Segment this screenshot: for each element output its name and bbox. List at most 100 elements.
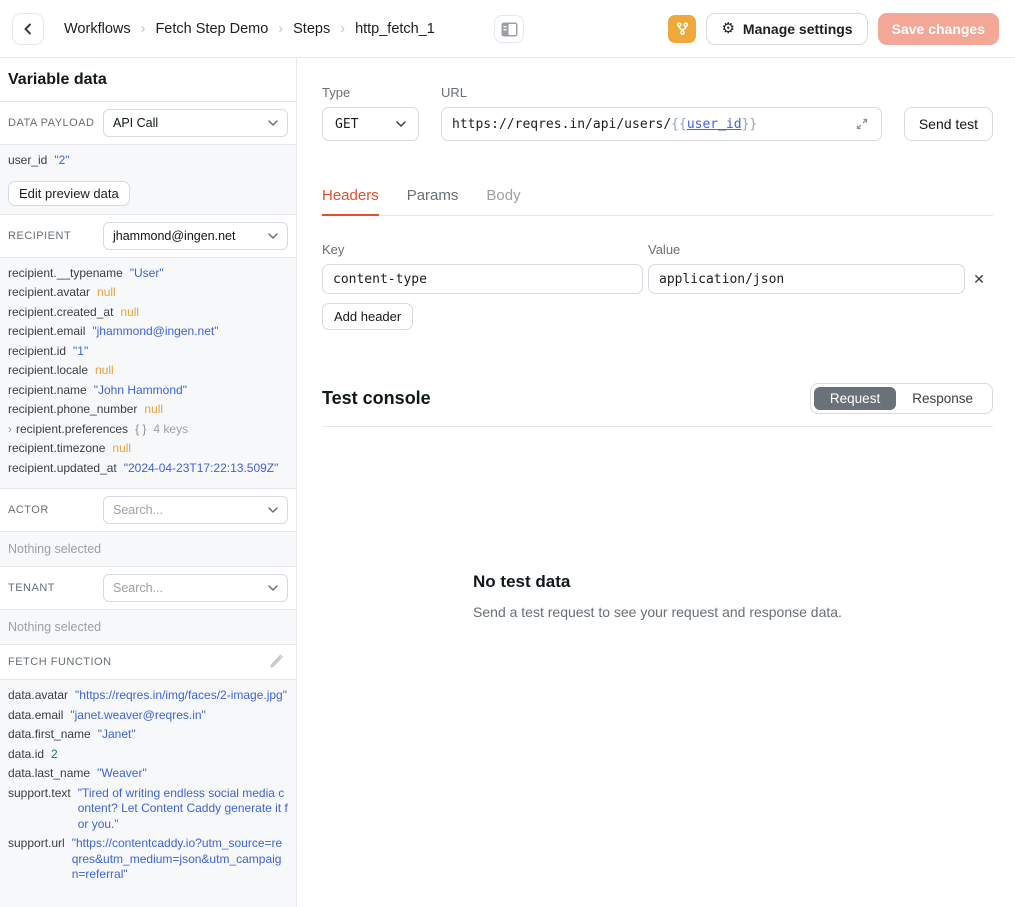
fetch-function-preview: data.avatar "https://reqres.in/img/faces…	[0, 680, 296, 907]
data-payload-select[interactable]: API Call	[103, 109, 288, 137]
variable-key: recipient.updated_at	[8, 461, 117, 477]
breadcrumb-separator: ›	[141, 21, 146, 37]
data-payload-label: DATA PAYLOAD	[8, 117, 95, 129]
manage-settings-label: Manage settings	[743, 21, 853, 37]
tab[interactable]: Params	[407, 187, 459, 215]
edit-preview-data-button[interactable]: Edit preview data	[8, 181, 130, 206]
toggle-segment[interactable]: Request	[814, 387, 896, 410]
variable-row: user_id "2"	[8, 153, 288, 169]
edit-fetch-function-button[interactable]	[264, 652, 288, 672]
http-method-value: GET	[335, 117, 358, 132]
request-tabs: Headers Params Body	[322, 187, 993, 216]
url-value: https://reqres.in/api/users/{{user_id}}	[452, 117, 853, 132]
chevron-left-icon	[20, 21, 36, 37]
tab[interactable]: Headers	[322, 187, 379, 216]
breadcrumb-item[interactable]: Fetch Step Demo	[155, 21, 268, 37]
http-method-select[interactable]: GET	[322, 107, 419, 141]
value-label: Value	[648, 242, 680, 257]
tab[interactable]: Body	[486, 187, 520, 215]
tenant-section: TENANT Search...	[0, 567, 296, 610]
sidebar-toggle-button[interactable]	[494, 15, 524, 43]
variable-key: data.last_name	[8, 766, 90, 782]
variable-value: null	[97, 285, 116, 301]
chevron-down-icon	[268, 585, 278, 591]
send-test-button[interactable]: Send test	[904, 107, 993, 141]
variable-value: "jhammond@ingen.net"	[92, 324, 218, 340]
variable-key: recipient.preferences	[16, 422, 128, 438]
topbar-actions: ⚙ Manage settings Save changes	[668, 13, 999, 45]
breadcrumb-item[interactable]: Steps	[293, 21, 330, 37]
recipient-select[interactable]: jhammond@ingen.net	[103, 222, 288, 250]
fetch-function-section: FETCH FUNCTION	[0, 645, 296, 680]
recipient-section: RECIPIENT jhammond@ingen.net	[0, 215, 296, 258]
header-key-input[interactable]	[322, 264, 643, 294]
breadcrumb-item[interactable]: http_fetch_1	[355, 21, 435, 37]
variable-row: data.first_name "Janet"	[8, 727, 288, 743]
test-console-title: Test console	[322, 388, 431, 409]
header-value-input[interactable]	[648, 264, 965, 294]
variable-row: data.id 2	[8, 747, 288, 763]
variable-key: data.avatar	[8, 688, 68, 704]
variable-row: recipient.locale null	[8, 363, 288, 379]
page-body: Variable data DATA PAYLOAD API Call user…	[0, 58, 1015, 907]
variable-value: "Tired of writing endless social media c…	[78, 786, 288, 833]
back-button[interactable]	[12, 13, 44, 45]
commit-status-badge[interactable]	[668, 15, 696, 43]
variable-row: recipient.id "1"	[8, 344, 288, 360]
empty-state-subtitle: Send a test request to see your request …	[473, 604, 842, 620]
test-console-empty-state: No test data Send a test request to see …	[322, 572, 993, 620]
url-label: URL	[441, 85, 882, 100]
sidebar-title: Variable data	[0, 58, 296, 102]
variable-row: data.avatar "https://reqres.in/img/faces…	[8, 688, 288, 704]
expand-chevron-icon[interactable]: ›	[8, 422, 12, 438]
variable-value: null	[112, 441, 131, 457]
breadcrumb-item[interactable]: Workflows	[64, 21, 131, 37]
chevron-down-icon	[268, 507, 278, 513]
variable-data-sidebar: Variable data DATA PAYLOAD API Call user…	[0, 58, 297, 907]
variable-value: 2	[51, 747, 58, 763]
expand-url-editor-button[interactable]	[853, 115, 871, 133]
actor-select[interactable]: Search...	[103, 496, 288, 524]
actor-select-placeholder: Search...	[113, 503, 163, 517]
variable-key: recipient.__typename	[8, 266, 123, 282]
save-changes-button[interactable]: Save changes	[878, 13, 999, 45]
manage-settings-button[interactable]: ⚙ Manage settings	[706, 13, 867, 45]
remove-header-button[interactable]: ✕	[965, 271, 993, 288]
test-console-header: Test console Request Response	[322, 383, 993, 427]
add-header-button[interactable]: Add header	[322, 303, 413, 330]
variable-key: recipient.created_at	[8, 305, 113, 321]
variable-key: user_id	[8, 153, 47, 169]
variable-row: recipient.updated_at "2024-04-23T17:22:1…	[8, 461, 288, 477]
variable-key: recipient.phone_number	[8, 402, 137, 418]
expand-icon	[855, 117, 869, 131]
sidebar-panel-icon	[501, 22, 518, 37]
key-label: Key	[322, 242, 643, 257]
variable-key: data.email	[8, 708, 63, 724]
variable-row: recipient.name "John Hammond"	[8, 383, 288, 399]
recipient-label: RECIPIENT	[8, 230, 71, 242]
variable-row: support.text "Tired of writing endless s…	[8, 786, 288, 833]
method-field: Type GET	[322, 85, 419, 141]
variable-value: null	[120, 305, 139, 321]
variable-row: data.email "janet.weaver@reqres.in"	[8, 708, 288, 724]
tenant-select-placeholder: Search...	[113, 581, 163, 595]
url-field: URL https://reqres.in/api/users/{{user_i…	[441, 85, 882, 141]
empty-state-title: No test data	[473, 572, 842, 592]
variable-key: data.id	[8, 747, 44, 763]
breadcrumb-separator: ›	[278, 21, 283, 37]
variable-row: recipient.created_at null	[8, 305, 288, 321]
variable-row: › recipient.preferences { } 4 keys	[8, 422, 288, 438]
variable-key: support.text	[8, 786, 71, 833]
chevron-down-icon	[268, 120, 278, 126]
url-variable-token[interactable]: user_id	[687, 117, 742, 132]
tenant-select[interactable]: Search...	[103, 574, 288, 602]
variable-value: null	[144, 402, 163, 418]
fetch-function-label: FETCH FUNCTION	[8, 656, 112, 668]
url-input[interactable]: https://reqres.in/api/users/{{user_id}}	[441, 107, 882, 141]
variable-value: "User"	[130, 266, 164, 282]
header-row: ✕	[322, 264, 993, 294]
toggle-segment[interactable]: Response	[896, 387, 989, 410]
recipient-preview: recipient.__typename "User" recipient.av…	[0, 258, 296, 490]
chevron-down-icon	[268, 233, 278, 239]
variable-row: support.url "https://contentcaddy.io?utm…	[8, 836, 288, 883]
